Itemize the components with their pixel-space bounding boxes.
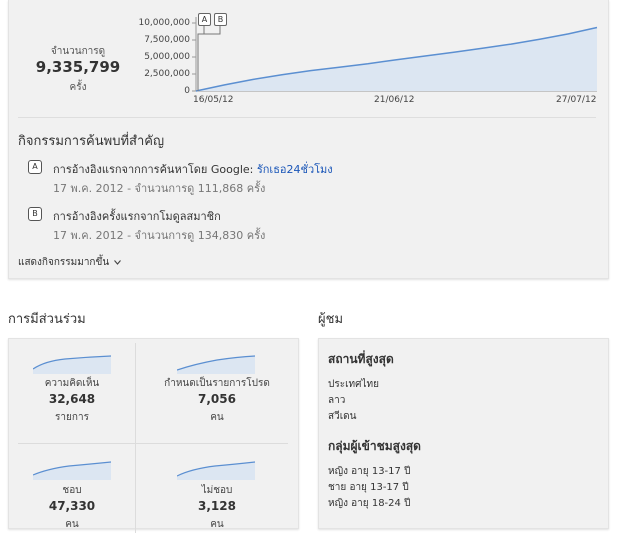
activity-item-b: การอ้างอิงครั้งแรกจากโมดูลสมาชิก bbox=[53, 210, 221, 223]
metric-label-likes: ชอบ bbox=[62, 485, 82, 496]
metric-value-comments: 32,648 bbox=[48, 392, 96, 406]
metric-value-favorites: 7,056 bbox=[198, 392, 236, 406]
activity-text: การอ้างอิงแรกจากการค้นหาโดย Google: bbox=[53, 163, 257, 176]
show-more-activity-link[interactable]: แสดงกิจกรรมมากขึ้น bbox=[18, 255, 122, 270]
show-more-label: แสดงกิจกรรมมากขึ้น bbox=[18, 257, 110, 268]
metric-label-favorites: กำหนดเป็นรายการโปรด bbox=[164, 378, 270, 389]
location-item: ประเทศไทย bbox=[328, 379, 379, 390]
x-tick-label: 21/06/12 bbox=[374, 95, 415, 105]
activity-meta: 17 พ.ค. 2012 - จำนวนการดู 134,830 ครั้ง bbox=[53, 229, 266, 242]
audience-title: ผู้ชม bbox=[318, 312, 344, 327]
activity-badge-b: B bbox=[28, 207, 42, 221]
views-chart bbox=[192, 17, 598, 92]
x-tick-label: 16/05/12 bbox=[193, 95, 234, 105]
chart-marker-a[interactable]: A bbox=[198, 13, 211, 26]
metric-label-comments: ความคิดเห็น bbox=[44, 378, 100, 389]
activity-meta: 17 พ.ค. 2012 - จำนวนการดู 111,868 ครั้ง bbox=[53, 182, 266, 195]
top-demographics-heading: กลุ่มผู้เข้าชมสูงสุด bbox=[328, 439, 421, 453]
engagement-title: การมีส่วนร่วม bbox=[8, 312, 86, 327]
x-tick-label: 27/07/12 bbox=[556, 95, 597, 105]
location-item: สวีเดน bbox=[328, 411, 357, 422]
demographic-item: หญิง อายุ 13-17 ปี bbox=[328, 466, 411, 477]
activity-item-a: การอ้างอิงแรกจากการค้นหาโดย Google: รักเ… bbox=[53, 160, 333, 178]
sparkline-likes bbox=[33, 461, 111, 480]
demographic-item: หญิง อายุ 18-24 ปี bbox=[328, 498, 411, 509]
divider bbox=[18, 117, 596, 118]
grid-divider-horizontal bbox=[18, 443, 288, 444]
activity-heading: กิจกรรมการค้นพบที่สำคัญ bbox=[18, 134, 165, 149]
demographic-item: ชาย อายุ 13-17 ปี bbox=[328, 482, 409, 493]
metric-unit-dislikes: คน bbox=[210, 519, 224, 530]
activity-link[interactable]: รักเธอ24ชั่วโมง bbox=[257, 163, 333, 176]
metric-value-dislikes: 3,128 bbox=[198, 499, 236, 513]
chevron-down-icon bbox=[114, 259, 122, 265]
sparkline-favorites bbox=[177, 355, 255, 374]
metric-unit-comments: รายการ bbox=[55, 412, 89, 423]
metric-label-dislikes: ไม่ชอบ bbox=[201, 485, 233, 496]
metric-unit-likes: คน bbox=[65, 519, 79, 530]
activity-badge-a: A bbox=[28, 160, 42, 174]
marker-connector bbox=[197, 25, 221, 91]
chart-marker-b[interactable]: B bbox=[214, 13, 227, 26]
location-item: ลาว bbox=[328, 395, 346, 406]
sparkline-dislikes bbox=[177, 461, 255, 480]
top-locations-heading: สถานที่สูงสุด bbox=[328, 352, 394, 366]
metric-value-likes: 47,330 bbox=[48, 499, 96, 513]
sparkline-comments bbox=[33, 355, 111, 374]
metric-unit-favorites: คน bbox=[210, 412, 224, 423]
